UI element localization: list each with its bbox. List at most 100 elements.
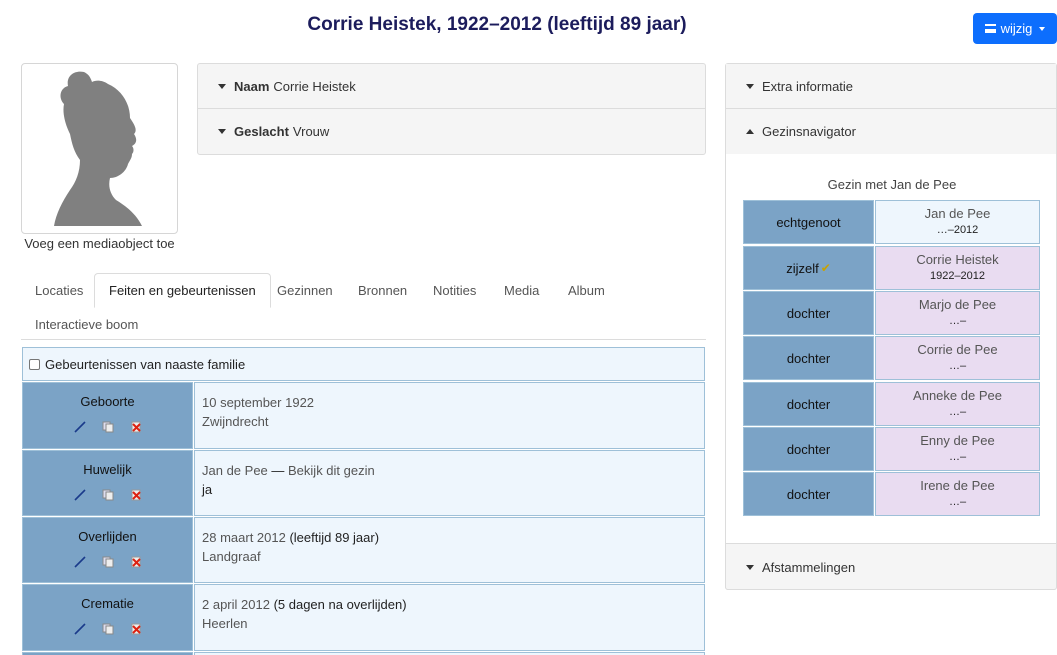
member-name: Marjo de Pee xyxy=(918,297,997,312)
family-events-label: Gebeurtenissen van naaste familie xyxy=(45,356,246,372)
delete-icon[interactable] xyxy=(130,489,142,501)
fact-place: Zwijndrecht xyxy=(202,414,269,429)
family-role: dochter xyxy=(743,291,874,335)
separator: — xyxy=(267,463,289,478)
fact-date: 2 april 2012 xyxy=(202,597,270,612)
role-label: zijzelf xyxy=(786,260,819,276)
member-name: Enny de Pee xyxy=(920,433,995,448)
edit-icon[interactable] xyxy=(73,556,86,568)
member-name: Jan de Pee xyxy=(924,206,991,221)
tab-feiten[interactable]: Feiten en gebeurtenissen xyxy=(94,273,271,308)
photo-placeholder[interactable] xyxy=(21,63,178,234)
family-role: dochter xyxy=(743,382,874,426)
tab-album[interactable]: Album xyxy=(554,273,619,307)
name-label: Naam xyxy=(234,78,270,94)
family-member[interactable]: Irene de Pee …– xyxy=(875,472,1040,516)
family-member[interactable]: Marjo de Pee …– xyxy=(875,291,1040,335)
fact-value-marriage: Jan de Pee — Bekijk dit gezin ja xyxy=(194,450,705,516)
edit-icon[interactable] xyxy=(73,421,86,433)
member-name: Anneke de Pee xyxy=(913,388,1002,403)
family-member[interactable]: Corrie de Pee …– xyxy=(875,336,1040,380)
fact-name: Crematie xyxy=(81,596,134,611)
fact-interval: (5 dagen na overlijden) xyxy=(269,597,407,612)
member-dates: 1922–2012 xyxy=(929,270,986,282)
edit-icon[interactable] xyxy=(73,489,86,501)
fact-date: 28 maart 2012 xyxy=(202,530,286,545)
triangle-down-icon xyxy=(218,83,226,89)
fact-place: Heerlen xyxy=(202,616,248,631)
fact-age: (leeftijd 89 jaar) xyxy=(285,530,380,545)
copy-icon[interactable] xyxy=(102,489,114,501)
tab-bar: Locaties Feiten en gebeurtenissen Gezinn… xyxy=(21,273,706,340)
copy-icon[interactable] xyxy=(102,556,114,568)
tab-gezinnen[interactable]: Gezinnen xyxy=(263,273,347,307)
view-family-link[interactable]: Bekijk dit gezin xyxy=(288,463,375,478)
spouse-link[interactable]: Jan de Pee xyxy=(202,463,268,478)
delete-icon[interactable] xyxy=(130,556,142,568)
family-member[interactable]: Corrie Heistek 1922–2012 xyxy=(875,246,1040,290)
fact-label-death: Overlijden xyxy=(22,517,193,583)
fact-place: Landgraaf xyxy=(202,549,261,564)
fact-label-cremation: Crematie xyxy=(22,584,193,651)
family-member[interactable]: Anneke de Pee …– xyxy=(875,382,1040,426)
extra-info-toggle[interactable]: Extra informatie xyxy=(726,64,1056,109)
family-member[interactable]: Enny de Pee …– xyxy=(875,427,1040,471)
family-events-toggle[interactable]: Gebeurtenissen van naaste familie xyxy=(22,347,705,381)
tab-notities[interactable]: Notities xyxy=(419,273,490,307)
member-name: Irene de Pee xyxy=(920,478,995,493)
tab-locaties[interactable]: Locaties xyxy=(21,273,97,307)
family-role-self: zijzelf ✔ xyxy=(743,246,874,290)
member-name: Corrie Heistek xyxy=(916,252,999,267)
triangle-down-icon xyxy=(746,565,754,570)
sex-row[interactable]: Geslacht Vrouw xyxy=(198,109,705,154)
add-media-link[interactable]: Voeg een mediaobject toe xyxy=(21,236,178,251)
female-silhouette-icon xyxy=(54,71,142,227)
tab-interactieve-boom[interactable]: Interactieve boom xyxy=(21,307,152,341)
descendants-label: Afstammelingen xyxy=(762,560,856,575)
family-navigator-label: Gezinsnavigator xyxy=(762,124,856,139)
tab-media[interactable]: Media xyxy=(490,273,553,307)
check-icon: ✔ xyxy=(820,261,831,275)
fact-name: Huwelijk xyxy=(83,462,132,477)
extra-info-label: Extra informatie xyxy=(762,78,854,94)
page-title: Corrie Heistek, 1922–2012 (leeftijd 89 j… xyxy=(307,14,687,35)
fact-name: Geboorte xyxy=(80,394,135,409)
member-dates: …– xyxy=(948,451,967,463)
sex-label: Geslacht xyxy=(234,124,289,139)
edit-label: wijzig xyxy=(1000,21,1033,36)
sex-value: Vrouw xyxy=(292,124,330,139)
family-caption: Gezin met Jan de Pee xyxy=(827,177,957,192)
family-role: dochter xyxy=(743,427,874,471)
fact-value-birth: 10 september 1922 Zwijndrecht xyxy=(194,382,705,449)
fact-value-death: 28 maart 2012 (leeftijd 89 jaar) Landgra… xyxy=(194,517,705,583)
triangle-down-icon xyxy=(218,129,226,134)
family-role: dochter xyxy=(743,472,874,516)
family-role: echtgenoot xyxy=(743,200,874,244)
name-row[interactable]: Naam Corrie Heistek xyxy=(198,64,705,109)
delete-icon[interactable] xyxy=(130,421,142,433)
fact-value-cremation: 2 april 2012 (5 dagen na overlijden) Hee… xyxy=(194,584,705,651)
fact-label-birth: Geboorte xyxy=(22,382,193,449)
checkbox[interactable] xyxy=(29,358,40,370)
triangle-up-icon xyxy=(746,129,754,134)
edit-menu-button[interactable]: wijzig xyxy=(973,13,1057,44)
name-value: Corrie Heistek xyxy=(273,78,356,94)
details-accordion: Naam Corrie Heistek Geslacht Vrouw xyxy=(197,63,706,155)
delete-icon[interactable] xyxy=(130,623,142,635)
member-dates: …– xyxy=(948,360,967,372)
menu-icon xyxy=(984,24,996,33)
copy-icon[interactable] xyxy=(102,421,114,433)
tab-bronnen[interactable]: Bronnen xyxy=(344,273,421,307)
member-dates: …– xyxy=(948,496,967,508)
member-name: Corrie de Pee xyxy=(917,342,998,357)
descendants-toggle[interactable]: Afstammelingen xyxy=(726,544,1056,591)
family-member[interactable]: Jan de Pee …–2012 xyxy=(875,200,1040,244)
copy-icon[interactable] xyxy=(102,623,114,635)
triangle-down-icon xyxy=(746,83,754,89)
fact-detail: ja xyxy=(202,482,213,497)
edit-icon[interactable] xyxy=(73,623,86,635)
family-navigator-toggle[interactable]: Gezinsnavigator xyxy=(726,109,1056,154)
member-dates: …– xyxy=(948,406,967,418)
fact-label-marriage: Huwelijk xyxy=(22,450,193,516)
fact-date: 10 september 1922 xyxy=(202,395,315,410)
